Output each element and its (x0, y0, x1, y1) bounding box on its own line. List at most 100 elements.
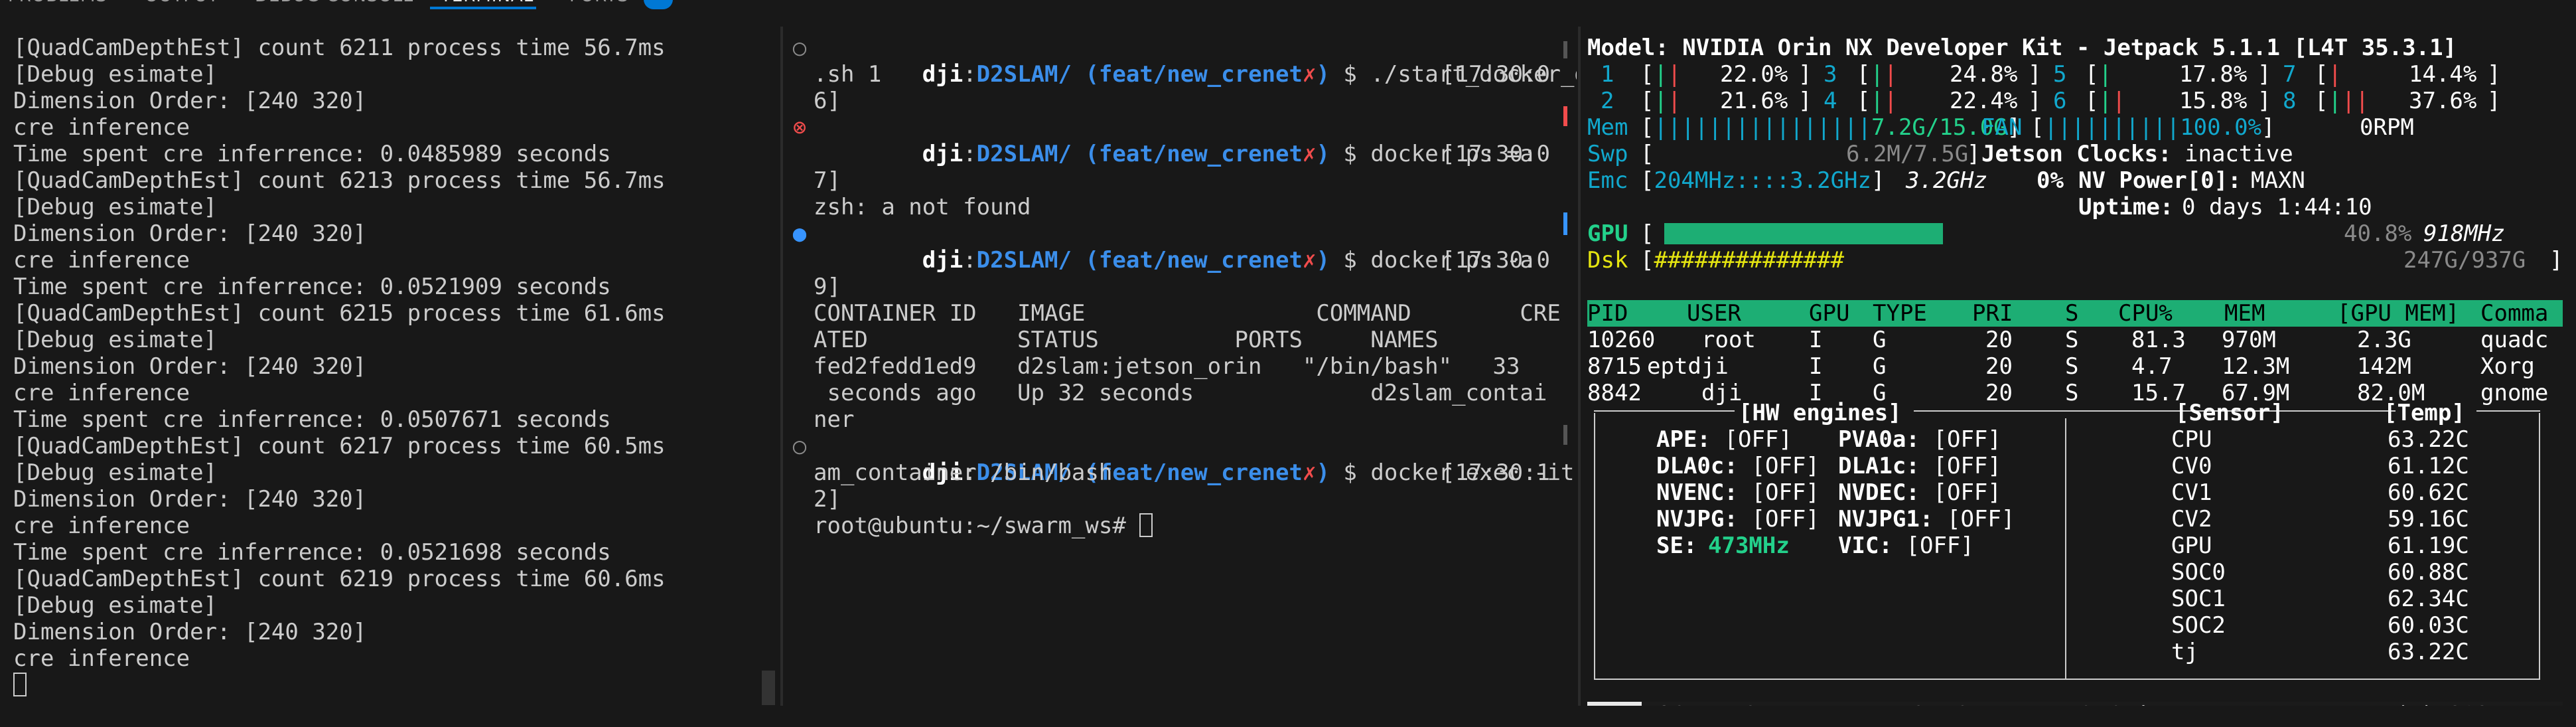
process-table-header: PID USER GPU TYPE PRI S CPU% MEM [GPU ME… (1587, 300, 2563, 327)
error-text: zsh: a not found (814, 194, 1031, 220)
process-cell: 2.3G (2357, 327, 2411, 353)
status-bar (0, 706, 2576, 727)
log-line: [QuadCamDepthEst] count 6217 process tim… (13, 433, 666, 459)
emc-row: Emc [204MHz::::3.2GHz] 3.2GHz 0% NV Power… (1587, 167, 2305, 194)
terminal-pane-jtop[interactable]: Model: NVIDIA Orin NX Developer Kit - Je… (1581, 27, 2576, 706)
hw-engine-name: NVJPG: (1656, 506, 1738, 532)
process-row[interactable]: 8715 eptdji I G 20 S 4.7 12.3M 142M Xorg (1587, 353, 2563, 380)
tab-problems[interactable]: PROBLEMS (8, 0, 107, 9)
sensor-temp: 60.62C (2388, 479, 2469, 506)
sensor-temp: 61.12C (2388, 453, 2469, 479)
running-marker (1563, 212, 1567, 235)
process-cell: 142M (2357, 353, 2411, 380)
sensor-row: CV0 61.12C (2171, 453, 2543, 479)
root-prompt: root@ubuntu:~/swarm_ws# (814, 513, 1140, 539)
log-line: [Debug esimate] (13, 459, 218, 486)
tab-ports[interactable]: PORTS (569, 0, 629, 9)
process-cell: G (1873, 327, 1887, 353)
hw-engine-name: NVJPG1: (1838, 506, 1934, 532)
process-cell: gnome (2480, 380, 2549, 406)
process-cell: quadc (2480, 327, 2549, 353)
hw-engine-row: DLA0c: [OFF] DLA1c: [OFF] (1587, 453, 2065, 479)
prompt-line: ○ dji:D2SLAM/ (feat/new_crenet✗) $ ./sta… (790, 35, 1577, 88)
hw-engine-name: VIC: (1838, 532, 1893, 559)
hw-engine-row: NVENC: [OFF] NVDEC: [OFF] (1587, 479, 2065, 506)
sensor-temp: 60.88C (2388, 559, 2469, 586)
sensor-name: tj (2171, 639, 2198, 665)
gpu-usage-bar (1664, 223, 1943, 244)
cpu-row: 2 [|| 21.6%] 4 [|| 22.4%] 6 [|| 15.8%] 8 [||| 37… (1601, 88, 2501, 114)
hw-engine-value: [OFF] (1933, 426, 2001, 453)
process-cell: S (2065, 327, 2079, 353)
tab-output[interactable]: OUTPUT (145, 0, 219, 9)
sensor-name: SOC0 (2171, 559, 2226, 586)
sensor-row: SOC1 62.34C (2171, 586, 2543, 612)
log-line: [Debug esimate] (13, 194, 218, 220)
sensor-temp: 60.03C (2388, 612, 2469, 639)
sensor-name: CV1 (2171, 479, 2212, 506)
process-cell: 20 (1985, 353, 2013, 380)
log-line: cre inference (13, 513, 190, 539)
prompt-line: ● dji:D2SLAM/ (feat/new_crenet✗) $ docke… (790, 220, 1550, 274)
process-cell: root (1701, 327, 1756, 353)
text-cursor[interactable] (1139, 513, 1153, 537)
uptime-row: Uptime: 0 days 1:44:10 (2078, 194, 2372, 220)
cpu-row: 1 [|| 22.0%] 3 [|| 24.8%] 5 [| 17.8%] 7 [| 14.4%… (1601, 61, 2501, 88)
process-cell: 20 (1985, 380, 2013, 406)
process-cell: 8842 (1587, 380, 1642, 406)
gpu-row: GPU[ 40.8% 918MHz (1587, 220, 2505, 247)
prompt-line: ⊗ dji:D2SLAM/ (feat/new_crenet✗) $ docke… (790, 114, 1550, 167)
text-cursor[interactable] (13, 673, 27, 696)
scroll-marker (1563, 41, 1567, 58)
sensor-temp: 63.22C (2388, 639, 2469, 665)
log-line: [QuadCamDepthEst] count 6219 process tim… (13, 566, 666, 592)
sensor-temp: 59.16C (2388, 506, 2469, 532)
hw-engine-name: DLA0c: (1656, 453, 1738, 479)
hw-engine-row: SE: 473MHz VIC: [OFF] (1587, 532, 2065, 559)
hw-engine-name: PVA0a: (1838, 426, 1920, 453)
process-cell: I (1809, 353, 1823, 380)
process-cell: G (1873, 353, 1887, 380)
sensor-row: CPU 63.22C (2171, 426, 2543, 453)
log-line: [QuadCamDepthEst] count 6213 process tim… (13, 167, 666, 194)
sensor-row: CV1 60.62C (2171, 479, 2543, 506)
terminal-pane-log[interactable]: [QuadCamDepthEst] count 6211 process tim… (0, 27, 779, 706)
hw-engine-name: SE: (1656, 532, 1697, 559)
log-line: Dimension Order: [240 320] (13, 619, 367, 645)
process-cell: Xorg (2480, 353, 2535, 380)
panel-tab-bar: PROBLEMS OUTPUT DEBUG CONSOLE TERMINAL P… (0, 0, 2576, 9)
process-cell: 20 (1985, 327, 2013, 353)
table-row: seconds ago Up 32 seconds d2slam_contai (814, 380, 1547, 406)
scrollbar-thumb[interactable] (762, 671, 775, 705)
process-cell: dji (1701, 380, 1743, 406)
jtop-monitor: Model: NVIDIA Orin NX Developer Kit - Je… (1587, 35, 2563, 706)
log-line: [Debug esimate] (13, 592, 218, 619)
hw-engine-row: NVJPG: [OFF] NVJPG1: [OFF] (1587, 506, 2065, 532)
process-cell: S (2065, 353, 2079, 380)
scroll-marker (1563, 425, 1567, 445)
terminal-pane-zsh[interactable]: ○ dji:D2SLAM/ (feat/new_crenet✗) $ ./sta… (783, 27, 1577, 706)
process-table: 10260 root I G 20 S 81.3 970M 2.3G quadc 8715 eptdj… (1587, 327, 2563, 406)
active-tab-indicator (430, 7, 536, 9)
hw-engine-value: [OFF] (1751, 479, 1820, 506)
sensor-row: SOC0 60.88C (2171, 559, 2543, 586)
process-cell: S (2065, 380, 2079, 406)
process-cell: 970M (2222, 327, 2276, 353)
process-cell: I (1809, 327, 1823, 353)
sensor-temp: 61.19C (2388, 532, 2469, 559)
log-line: Dimension Order: [240 320] (13, 353, 367, 380)
sensor-row: tj 63.22C (2171, 639, 2543, 665)
process-cell: 10260 (1587, 327, 1656, 353)
sensor-row: GPU 61.19C (2171, 532, 2543, 559)
hw-sensor-separator (2065, 418, 2066, 680)
sensor-name: CV2 (2171, 506, 2212, 532)
model-line: Model: NVIDIA Orin NX Developer Kit - Je… (1587, 35, 2457, 61)
log-line: Time spent cre inferrence: 0.0485989 sec… (13, 141, 611, 167)
hw-engine-name: NVENC: (1656, 479, 1738, 506)
sensor-temp: 63.22C (2388, 426, 2469, 453)
hw-engine-value: [OFF] (1933, 453, 2001, 479)
tab-debug-console[interactable]: DEBUG CONSOLE (255, 0, 415, 9)
hw-engine-value: [OFF] (1724, 426, 1792, 453)
process-row[interactable]: 10260 root I G 20 S 81.3 970M 2.3G quadc (1587, 327, 2563, 353)
sensor-name: SOC1 (2171, 586, 2226, 612)
